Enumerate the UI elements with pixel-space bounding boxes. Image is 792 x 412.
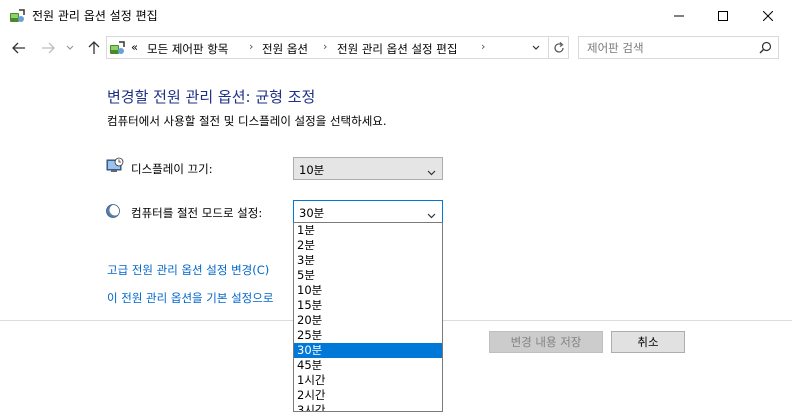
- back-arrow-icon: [12, 42, 25, 54]
- sleep-label: 컴퓨터를 절전 모드로 설정:: [131, 206, 263, 220]
- window-title: 전원 관리 옵션 설정 편집: [32, 9, 158, 23]
- control-panel-icon: [109, 40, 125, 56]
- forward-button[interactable]: [38, 38, 58, 58]
- sleep-value: 30분: [299, 206, 325, 220]
- search-box[interactable]: [578, 36, 779, 59]
- advanced-settings-link[interactable]: 고급 전원 관리 옵션 설정 변경(C): [107, 262, 269, 278]
- close-button[interactable]: [745, 0, 791, 32]
- refresh-button[interactable]: [548, 36, 568, 59]
- display-off-select[interactable]: 10분: [293, 157, 443, 180]
- page-description: 컴퓨터에서 사용할 절전 및 디스플레이 설정을 선택하세요.: [107, 114, 387, 128]
- sleep-option[interactable]: 10분: [294, 283, 442, 298]
- breadcrumb-edit-plan[interactable]: 전원 관리 옵션 설정 편집: [337, 41, 457, 57]
- sleep-option[interactable]: 25분: [294, 328, 442, 343]
- restore-defaults-link[interactable]: 이 전원 관리 옵션을 기본 설정으로: [107, 290, 273, 306]
- sleep-moon-icon: [104, 202, 122, 220]
- up-button[interactable]: [84, 38, 104, 58]
- sleep-option[interactable]: 1시간: [294, 373, 442, 388]
- maximize-button[interactable]: [700, 0, 746, 32]
- sleep-option[interactable]: 3분: [294, 253, 442, 268]
- search-icon[interactable]: [759, 41, 772, 57]
- save-changes-button[interactable]: 변경 내용 저장: [489, 331, 603, 353]
- up-arrow-icon: [88, 41, 100, 54]
- forward-arrow-icon: [42, 42, 55, 54]
- sleep-option[interactable]: 2분: [294, 238, 442, 253]
- sleep-option[interactable]: 45분: [294, 358, 442, 373]
- sleep-option[interactable]: 30분: [294, 343, 442, 358]
- power-options-icon: [9, 8, 25, 24]
- sleep-option[interactable]: 1분: [294, 223, 442, 238]
- breadcrumb-all-items[interactable]: 모든 제어판 항목: [147, 41, 228, 57]
- display-off-label: 디스플레이 끄기:: [131, 162, 213, 176]
- sleep-option[interactable]: 5분: [294, 268, 442, 283]
- chevron-down-icon: [427, 208, 436, 222]
- breadcrumb-separator-icon[interactable]: ›: [481, 40, 485, 53]
- refresh-icon: [553, 41, 564, 53]
- breadcrumb-power-options[interactable]: 전원 옵션: [262, 41, 308, 57]
- address-dropdown-button[interactable]: [528, 36, 544, 59]
- sleep-options-list[interactable]: 1분 2분 3분 5분 10분 15분 20분 25분 30분 45분 1시간 2시간 3시간: [293, 222, 443, 412]
- close-icon: [763, 11, 773, 21]
- sleep-option[interactable]: 3시간: [294, 403, 442, 411]
- breadcrumb-separator-icon[interactable]: ›: [249, 40, 253, 53]
- display-off-value: 10분: [299, 163, 325, 177]
- breadcrumb-separator-icon[interactable]: ›: [323, 40, 327, 53]
- recent-locations-button[interactable]: [63, 38, 77, 58]
- sleep-option[interactable]: 2시간: [294, 388, 442, 403]
- maximize-icon: [718, 11, 728, 21]
- minimize-icon: [674, 15, 684, 17]
- minimize-button[interactable]: [656, 0, 702, 32]
- cancel-button[interactable]: 취소: [611, 331, 685, 353]
- monitor-icon: [106, 157, 124, 175]
- page-heading: 변경할 전원 관리 옵션: 균형 조정: [107, 88, 316, 106]
- sleep-option[interactable]: 15분: [294, 298, 442, 313]
- chevron-down-icon: [66, 45, 74, 50]
- title-bar: 전원 관리 옵션 설정 편집: [0, 0, 792, 32]
- chevron-down-icon: [427, 165, 436, 179]
- sleep-option[interactable]: 20분: [294, 313, 442, 328]
- sleep-select[interactable]: 30분: [293, 200, 443, 223]
- breadcrumb-overflow[interactable]: «: [131, 40, 138, 54]
- chevron-down-icon: [532, 45, 540, 50]
- back-button[interactable]: [9, 38, 29, 58]
- search-input[interactable]: [587, 40, 747, 56]
- address-bar[interactable]: « 모든 제어판 항목 › 전원 옵션 › 전원 관리 옵션 설정 편집 ›: [106, 36, 569, 59]
